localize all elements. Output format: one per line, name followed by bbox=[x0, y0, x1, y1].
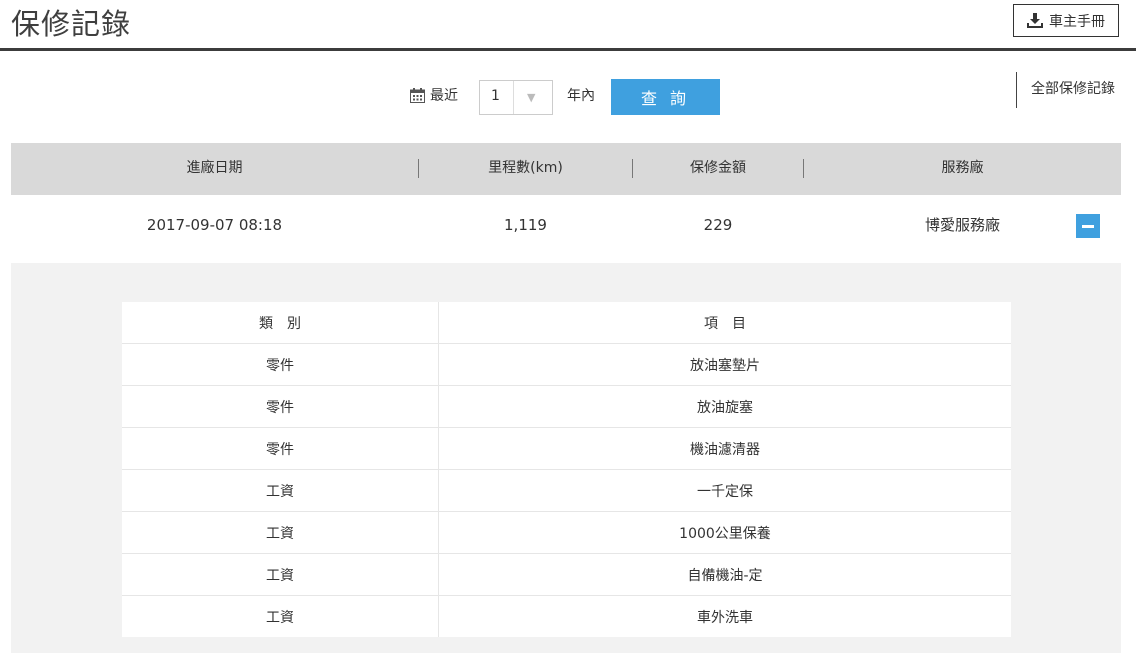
select-divider bbox=[513, 81, 514, 114]
year-select[interactable]: 1 ▼ bbox=[479, 80, 553, 115]
detail-row: 工資 一千定保 bbox=[122, 469, 1011, 512]
detail-row: 零件 放油旋塞 bbox=[122, 385, 1011, 428]
detail-category: 工資 bbox=[122, 553, 439, 596]
detail-row: 工資 車外洗車 bbox=[122, 595, 1011, 637]
detail-row: 零件 放油塞墊片 bbox=[122, 343, 1011, 386]
detail-row: 零件 機油濾清器 bbox=[122, 427, 1011, 470]
owner-manual-label: 車主手冊 bbox=[1049, 13, 1105, 30]
detail-panel: 類 別 項 目 零件 放油塞墊片 零件 放油旋塞 零件 機油濾清器 工資 一千定… bbox=[11, 263, 1121, 653]
record-amount: 229 bbox=[703, 216, 733, 234]
detail-category: 零件 bbox=[122, 427, 439, 470]
detail-category: 零件 bbox=[122, 385, 439, 428]
chevron-down-icon: ▼ bbox=[527, 91, 536, 104]
column-header-date: 進廠日期 bbox=[186, 160, 243, 176]
detail-item: 自備機油-定 bbox=[438, 553, 1011, 596]
detail-header-row: 類 別 項 目 bbox=[122, 302, 1011, 344]
detail-item: 放油旋塞 bbox=[438, 385, 1011, 428]
detail-category: 工資 bbox=[122, 595, 439, 637]
detail-item: 機油濾清器 bbox=[438, 427, 1011, 470]
calendar-icon bbox=[410, 88, 425, 107]
detail-header-category: 類 別 bbox=[122, 302, 439, 344]
detail-row: 工資 1000公里保養 bbox=[122, 511, 1011, 554]
detail-category: 零件 bbox=[122, 343, 439, 386]
page-title: 保修記錄 bbox=[11, 7, 132, 41]
minus-icon bbox=[1082, 224, 1094, 228]
detail-category: 工資 bbox=[122, 469, 439, 512]
record-mileage: 1,119 bbox=[504, 216, 547, 234]
detail-item: 放油塞墊片 bbox=[438, 343, 1011, 386]
detail-item: 車外洗車 bbox=[697, 609, 753, 626]
detail-category: 工資 bbox=[122, 511, 439, 554]
record-service-center: 博愛服務廠 bbox=[924, 216, 1000, 234]
detail-table: 類 別 項 目 零件 放油塞墊片 零件 放油旋塞 零件 機油濾清器 工資 一千定… bbox=[122, 302, 1011, 637]
collapse-button[interactable] bbox=[1076, 214, 1100, 238]
column-header-amount: 保修金額 bbox=[690, 160, 746, 176]
detail-header-item: 項 目 bbox=[438, 302, 1011, 344]
record-row[interactable]: 2017-09-07 08:18 1,119 229 博愛服務廠 bbox=[11, 196, 1121, 254]
records-table-header: 進廠日期 里程數(km) 保修金額 服務廠 bbox=[11, 143, 1121, 195]
year-select-value: 1 bbox=[491, 88, 500, 104]
owner-manual-button[interactable]: 車主手冊 bbox=[1013, 4, 1119, 37]
column-header-service-center: 服務廠 bbox=[941, 160, 984, 176]
record-date: 2017-09-07 08:18 bbox=[146, 216, 283, 234]
all-records-link[interactable]: 全部保修記錄 bbox=[1016, 72, 1115, 108]
detail-item: 1000公里保養 bbox=[438, 511, 1011, 554]
detail-row: 工資 自備機油-定 bbox=[122, 553, 1011, 596]
title-divider bbox=[0, 48, 1136, 51]
filter-label: 最近 bbox=[430, 88, 458, 104]
query-button[interactable]: 查 詢 bbox=[611, 79, 720, 115]
download-icon bbox=[1027, 13, 1043, 28]
year-suffix-label: 年內 bbox=[567, 88, 595, 104]
column-header-mileage: 里程數(km) bbox=[488, 160, 563, 176]
detail-item: 一千定保 bbox=[438, 469, 1011, 512]
